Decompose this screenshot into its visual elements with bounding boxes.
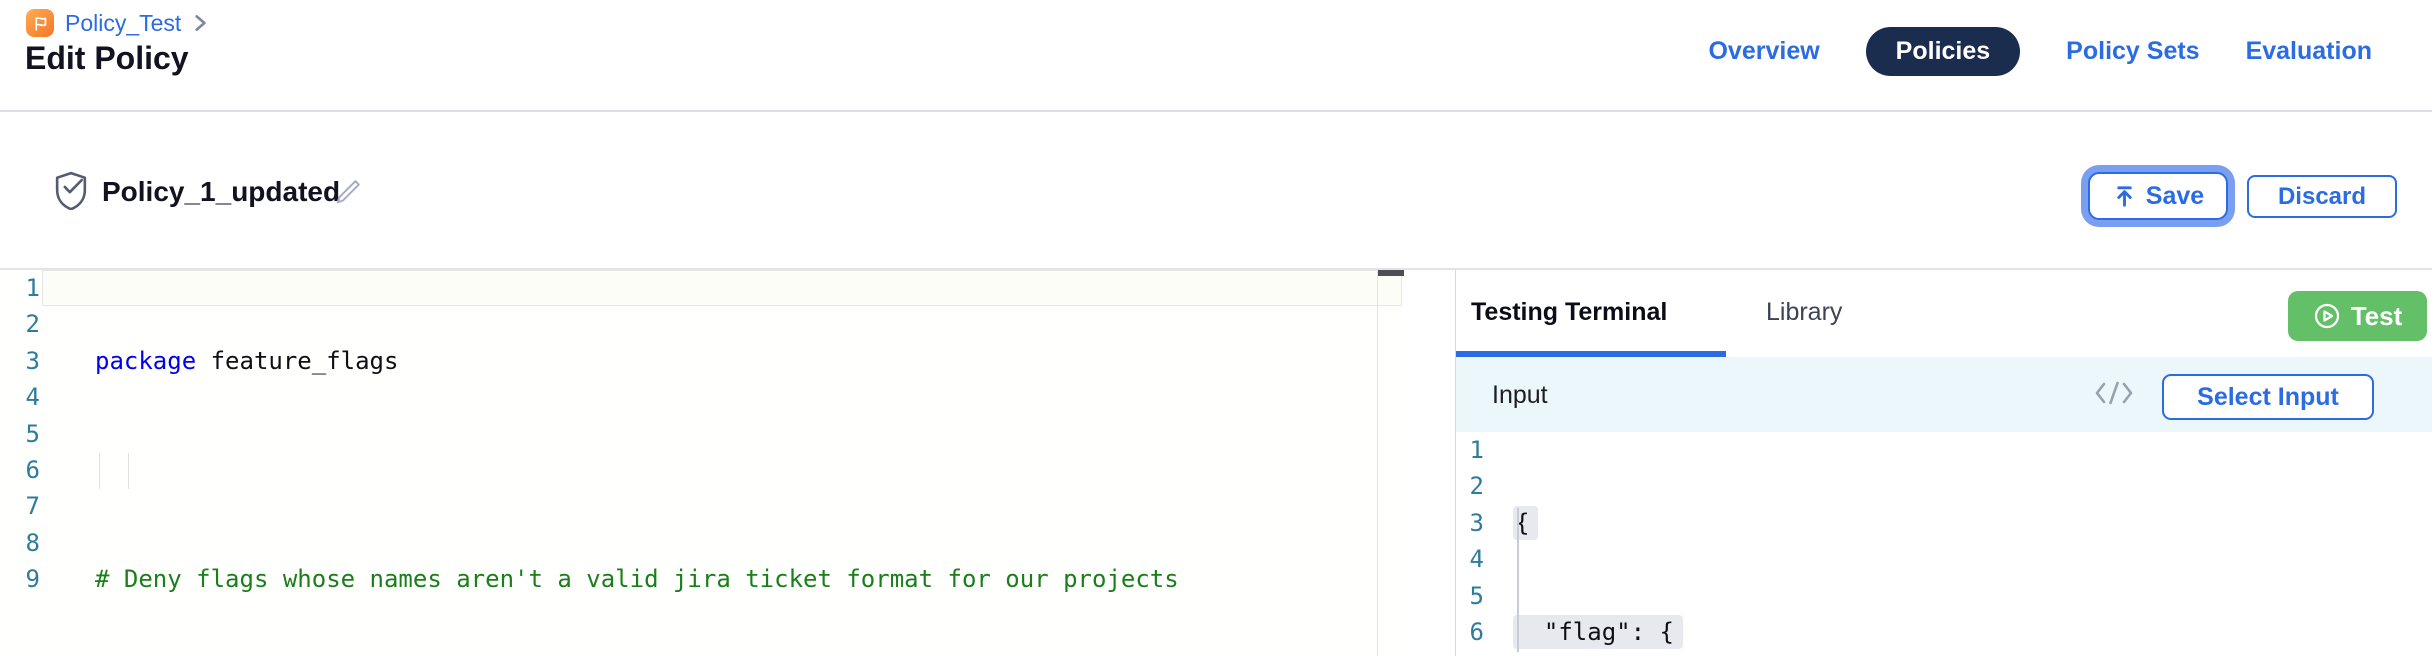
save-button[interactable]: Save (2088, 172, 2228, 220)
json-line: { (1513, 505, 2030, 541)
save-button-label: Save (2146, 182, 2204, 211)
policy-shield-icon (52, 170, 90, 210)
upload-arrow-icon (2112, 184, 2137, 209)
tab-library[interactable]: Library (1766, 298, 1842, 327)
test-button[interactable]: Test (2288, 291, 2427, 341)
breadcrumb-chevron-icon (192, 12, 208, 34)
terminal-tab-row: Testing Terminal Library (1456, 270, 2432, 357)
header-divider (0, 110, 2432, 112)
feature-flags-module-icon (26, 9, 54, 37)
code-view-toggle-icon[interactable] (2094, 379, 2134, 407)
select-input-button[interactable]: Select Input (2162, 374, 2374, 420)
edit-policy-page: Policy_Test Edit Policy Overview Policie… (0, 0, 2432, 656)
edit-name-pencil-icon[interactable] (332, 176, 364, 208)
code-line: package feature_flags (95, 343, 1251, 379)
editor-right-border (1377, 270, 1378, 656)
json-line: "flag": { (1513, 614, 2030, 650)
test-input-json-editor[interactable]: 12 34 56 { "flag": { "createdAt": 165116… (1456, 432, 2432, 656)
nav-tab-policies[interactable]: Policies (1866, 27, 2021, 76)
breadcrumb-project-link[interactable]: Policy_Test (65, 10, 181, 37)
nav-tab-evaluation[interactable]: Evaluation (2246, 37, 2372, 66)
breadcrumb: Policy_Test (26, 9, 208, 37)
test-button-label: Test (2351, 301, 2403, 332)
code-line: # Deny flags whose names aren't a valid … (95, 561, 1251, 597)
play-circle-icon (2313, 302, 2341, 330)
tab-testing-terminal[interactable]: Testing Terminal (1471, 298, 1667, 327)
page-title: Edit Policy (25, 40, 189, 77)
nav-tab-overview[interactable]: Overview (1708, 37, 1819, 66)
indent-guide (99, 453, 100, 489)
policy-name: Policy_1_updated (102, 176, 340, 208)
code-line (95, 452, 1251, 488)
input-section-label: Input (1492, 381, 1548, 410)
indent-guide (128, 453, 129, 489)
editor-code: package feature_flags # Deny flags whose… (95, 270, 1251, 656)
module-nav: Overview Policies Policy Sets Evaluation (1708, 22, 2372, 80)
indent-guide (1517, 508, 1519, 652)
policy-code-editor[interactable]: 12 34 56 78 9 package feature_flags # De… (0, 270, 1403, 656)
json-line-numbers: 12 34 56 (1456, 432, 1484, 650)
discard-button[interactable]: Discard (2247, 175, 2397, 218)
nav-tab-policy-sets[interactable]: Policy Sets (2066, 37, 2199, 66)
editor-scrollbar-thumb[interactable] (1378, 270, 1404, 276)
editor-line-numbers: 12 34 56 78 9 (0, 270, 40, 598)
json-code: { "flag": { "createdAt": 1651160816056, … (1513, 432, 2030, 656)
